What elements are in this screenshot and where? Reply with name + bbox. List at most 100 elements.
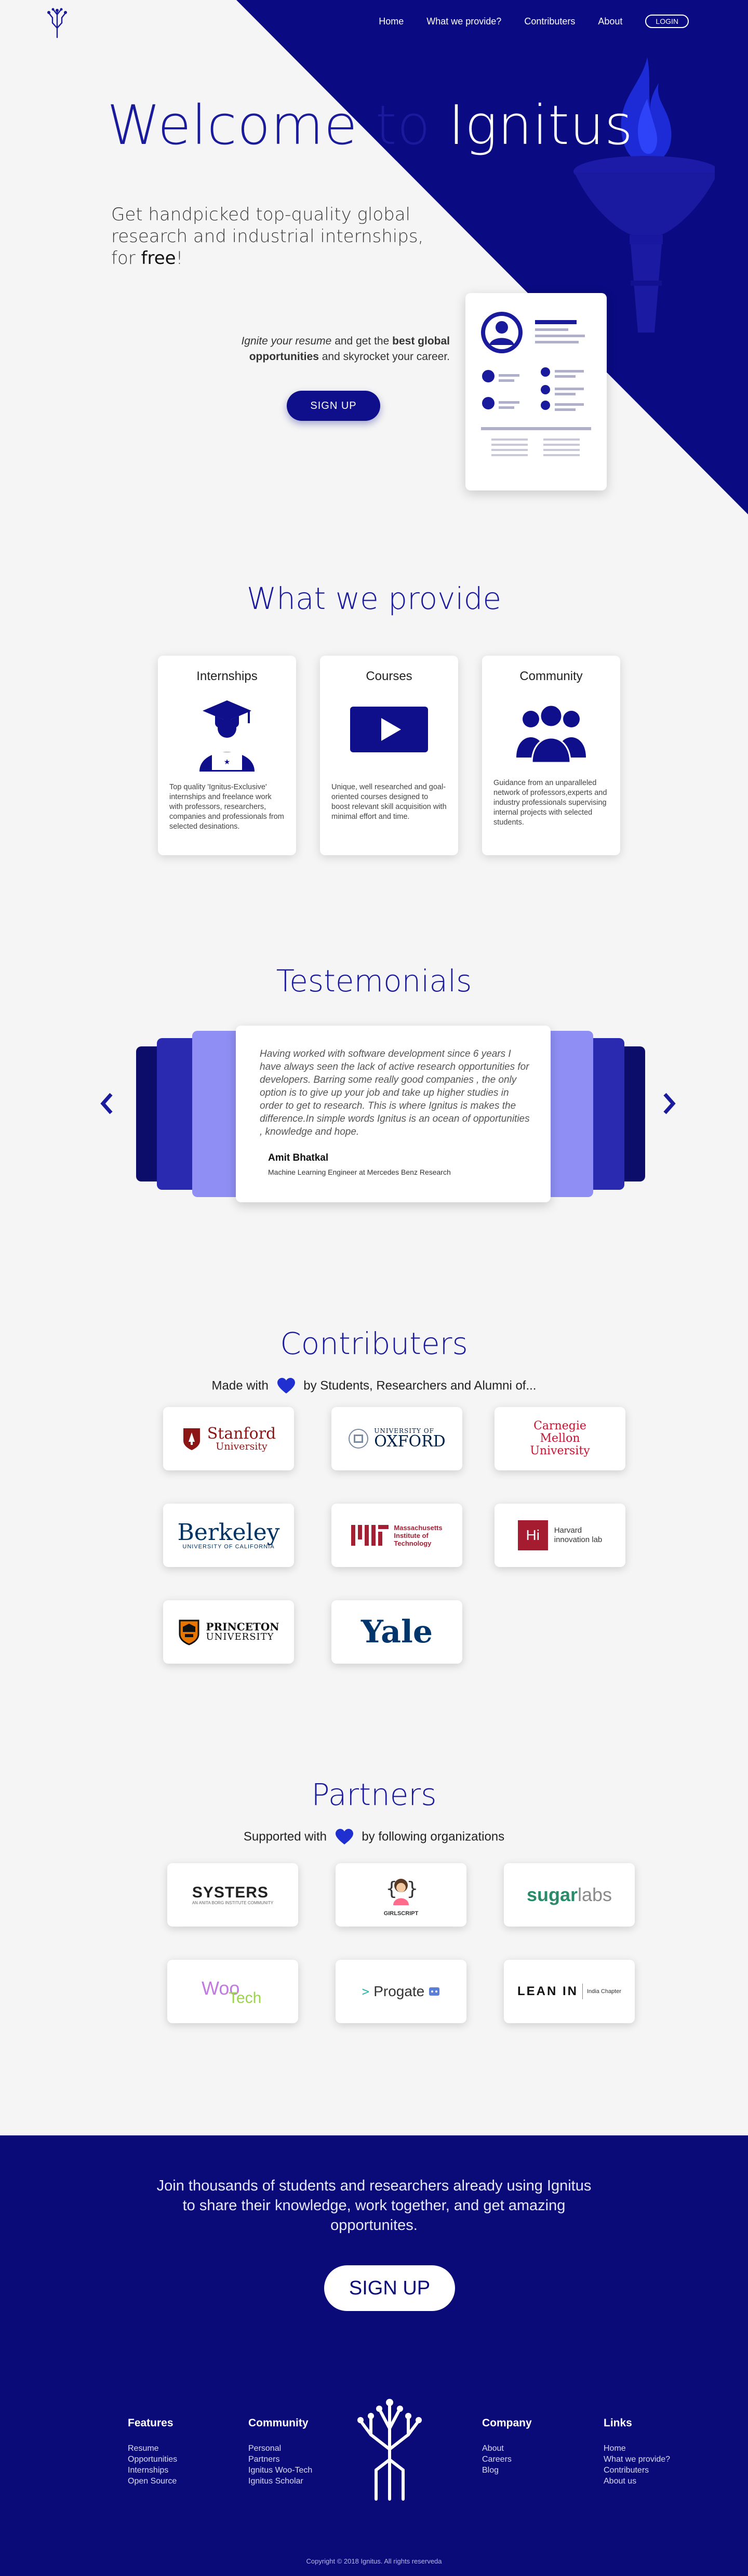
sugarlabs-text-1: sugar [526,1884,578,1905]
harvard-text-2: innovation lab [554,1535,603,1544]
berkeley-text-1: Berkeley [177,1519,280,1546]
logo-wootech: Woo Tech [167,1960,298,2023]
princeton-shield-icon [179,1619,199,1645]
hero-title-ignitus: Ignitus [448,94,634,157]
footer-link[interactable]: About [482,2443,532,2454]
logo-girlscript: { } GIRLSCRIPT [336,1863,466,1927]
nav-contributers[interactable]: Contributers [524,16,575,27]
logo-carnegie-mellon: Carnegie Mellon University [495,1407,625,1470]
wootech-text-2: Tech [229,1989,262,2007]
join-text: Join thousands of students and researche… [156,2177,592,2234]
footer-link[interactable]: Personal [248,2443,312,2454]
ignitus-logo-icon[interactable] [46,7,69,38]
footer-link[interactable]: Opportunities [128,2454,177,2465]
leanin-text-2: India Chapter [586,1988,622,1995]
footer-col-heading: Company [482,2417,532,2429]
sugarlabs-wordmark: sugarlabs [527,1884,612,1906]
princeton-text-1: PRINCETON [206,1621,279,1634]
logo-oxford: UNIVERSITY OF OXFORD [331,1407,462,1470]
chevron-right-icon[interactable] [661,1088,678,1119]
footer: Join thousands of students and researche… [0,2135,748,2576]
card-courses[interactable]: Courses Unique, well researched and goal… [320,656,458,855]
logo-systers: SYSTERS AN ANITA BORG INSTITUTE COMMUNIT… [167,1863,298,1927]
footer-link[interactable]: About us [604,2476,670,2487]
stanford-text-1: Stanford [207,1424,276,1443]
sugarlabs-text-2: labs [578,1884,612,1905]
footer-signup-button[interactable]: SIGN UP [324,2265,455,2311]
cmu-text-3: University [530,1444,590,1457]
testimonial-card: Having worked with software development … [236,1026,551,1202]
oxford-crest-icon [349,1429,369,1449]
stanford-shield-icon [183,1428,200,1450]
hero-subtitle: Get handpicked top-quality global resear… [111,204,444,269]
top-navbar: Home What we provide? Contributers About… [0,0,748,44]
girlscript-logo-icon: { } [386,1878,418,1905]
testimonials-title: Testemonials [276,963,472,999]
mit-text-1: Massachusetts [394,1523,443,1532]
stanford-wordmark: Stanford University [207,1426,276,1452]
ignitus-footer-logo-icon [357,2399,422,2501]
logo-mit: Massachusetts Institute of Technology [331,1504,462,1567]
cmu-text-2: Mellon [540,1432,580,1445]
mit-text-2: Institute of [394,1531,429,1539]
card-community[interactable]: Community Guidance from an unparalleled … [482,656,620,855]
harvard-text-1: Harvard [554,1526,582,1535]
hero-cta-mid: and get the [335,335,390,347]
girlscript-text: GIRLSCRIPT [383,1910,419,1917]
made-with-line: Made with by Students, Researchers and A… [0,1378,748,1395]
systers-wordmark: SYSTERS AN ANITA BORG INSTITUTE COMMUNIT… [192,1884,273,1906]
footer-link[interactable]: Ignitus Scholar [248,2476,312,2487]
footer-col-links: Links Home What we provide? Contributers… [604,2417,670,2487]
footer-link[interactable]: Ignitus Woo-Tech [248,2465,312,2476]
card-internships[interactable]: Internships ★ Top quality 'Ignitus-Exclu… [158,656,296,855]
footer-link[interactable]: Contributers [604,2465,670,2476]
login-button[interactable]: LOGIN [645,15,689,28]
contributers-title: Contributers [280,1326,468,1361]
progate-mascot-icon [429,1987,440,1996]
mit-text-3: Technology [394,1539,432,1547]
footer-link[interactable]: Open Source [128,2476,177,2487]
footer-col-heading: Features [128,2417,173,2429]
systers-text-2: AN ANITA BORG INSTITUTE COMMUNITY [192,1901,274,1906]
supported-text: Supported with [243,1829,327,1844]
footer-col-company: Company About Careers Blog [482,2417,532,2476]
footer-col-heading: Links [604,2417,632,2429]
provide-cards: Internships ★ Top quality 'Ignitus-Exclu… [158,656,621,855]
hero-subtitle-end: ! [176,248,183,269]
logo-harvard-ilab: Hi Harvard innovation lab [495,1504,625,1567]
logo-yale: Yale [331,1600,462,1664]
cmu-wordmark: Carnegie Mellon University [530,1420,590,1457]
footer-link[interactable]: Blog [482,2465,532,2476]
chevron-left-icon[interactable] [98,1088,115,1119]
svg-text:}: } [407,1878,418,1900]
footer-link[interactable]: Resume [128,2443,177,2454]
footer-link[interactable]: Home [604,2443,670,2454]
footer-col-community: Community Personal Partners Ignitus Woo-… [248,2417,312,2487]
nav-what-we-provide[interactable]: What we provide? [426,16,501,27]
hero-signup-button[interactable]: SIGN UP [287,391,380,421]
nav-about[interactable]: About [598,16,622,27]
wootech-wordmark: Woo Tech [202,1976,264,2007]
oxford-wordmark: UNIVERSITY OF OXFORD [374,1428,445,1450]
heart-icon [277,1378,295,1393]
footer-link[interactable]: Partners [248,2454,312,2465]
hero-cta-end: and skyrocket your career. [322,351,450,363]
footer-link[interactable]: What we provide? [604,2454,670,2465]
progate-text: Progate [373,1983,425,1999]
hero-cta-text: Ignite your resume and get the best glob… [206,334,450,365]
hero-title-welcome: Welcome to [107,94,431,157]
yale-wordmark: Yale [360,1614,433,1650]
footer-link[interactable]: Internships [128,2465,177,2476]
logo-princeton: PRINCETON UNIVERSITY [163,1600,294,1664]
cmu-text-1: Carnegie [533,1419,586,1432]
berkeley-wordmark: Berkeley UNIVERSITY OF CALIFORNIA [177,1521,279,1550]
made-with-text-end: by Students, Researchers and Alumni of..… [303,1378,537,1393]
card-title: Community [519,669,583,683]
nav-home[interactable]: Home [379,16,404,27]
footer-link[interactable]: Careers [482,2454,532,2465]
mit-logo-icon [351,1525,389,1546]
harvard-wordmark: Harvard innovation lab [554,1526,603,1545]
leanin-text-1: LEAN IN [517,1984,578,1998]
logo-sugarlabs: sugarlabs [504,1863,635,1927]
testimonial-carousel: Having worked with software development … [136,1026,645,1202]
